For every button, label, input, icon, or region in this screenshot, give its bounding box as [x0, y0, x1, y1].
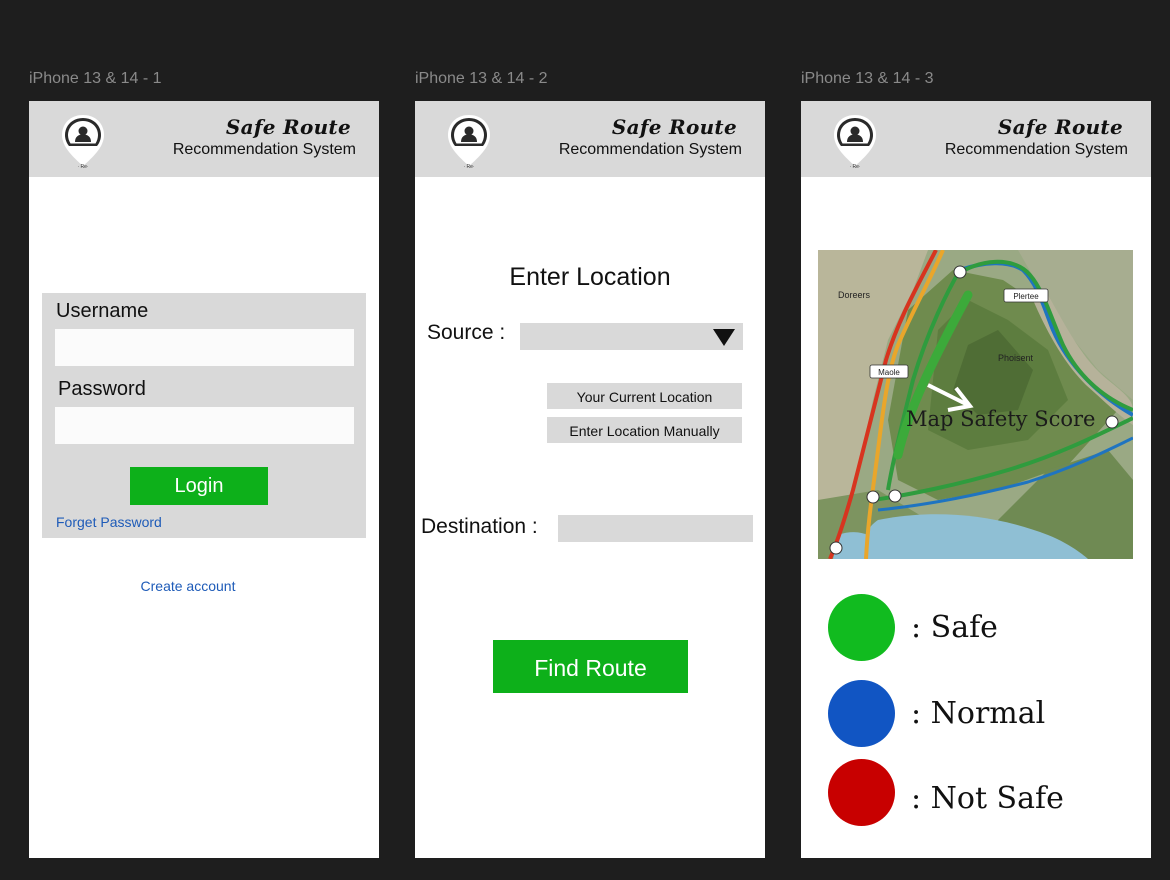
forget-password-link[interactable]: Forget Password: [56, 514, 162, 530]
route-map[interactable]: Plertee Maole Doreers Phoisent: [818, 250, 1133, 559]
not-safe-legend-label: : Not Safe: [911, 781, 1064, 816]
create-account-link[interactable]: Create account: [29, 578, 347, 594]
svg-text:Doreers: Doreers: [838, 290, 871, 300]
username-label: Username: [56, 300, 149, 322]
normal-legend-dot: [828, 680, 895, 747]
location-pin-person-icon: · Re·: [834, 115, 876, 169]
login-screen: · Re· Safe Route Recommendation System U…: [29, 101, 379, 858]
password-label: Password: [58, 378, 146, 400]
location-pin-person-icon: · Re·: [62, 115, 104, 169]
app-header: · Re· Safe Route Recommendation System: [415, 101, 765, 177]
current-location-option[interactable]: Your Current Location: [547, 383, 742, 409]
frame-label-2: iPhone 13 & 14 - 2: [415, 70, 548, 87]
login-button[interactable]: Login: [130, 467, 268, 505]
location-pin-person-icon: · Re·: [448, 115, 490, 169]
destination-label: Destination :: [421, 515, 538, 538]
app-subtitle: Recommendation System: [944, 141, 1128, 158]
source-dropdown[interactable]: [520, 323, 743, 350]
find-route-button[interactable]: Find Route: [493, 640, 688, 693]
svg-text:· Re·: · Re·: [77, 164, 88, 169]
app-subtitle: Recommendation System: [558, 141, 742, 158]
app-title: Safe Route: [225, 115, 351, 139]
svg-text:· Re·: · Re·: [849, 164, 860, 169]
login-form: Username Password Login Forget Password: [42, 293, 366, 538]
safe-legend-dot: [828, 594, 895, 661]
svg-text:· Re·: · Re·: [463, 164, 474, 169]
destination-input[interactable]: [558, 515, 753, 542]
svg-text:Phoisent: Phoisent: [998, 353, 1034, 363]
result-screen: · Re· Safe Route Recommendation System P…: [801, 101, 1151, 858]
app-header: · Re· Safe Route Recommendation System: [29, 101, 379, 177]
frame-label-1: iPhone 13 & 14 - 1: [29, 70, 162, 87]
triangle-down-icon[interactable]: [713, 329, 735, 346]
frame-label-3: iPhone 13 & 14 - 3: [801, 70, 934, 87]
manual-location-option[interactable]: Enter Location Manually: [547, 417, 742, 443]
normal-legend-label: : Normal: [911, 696, 1046, 731]
app-subtitle: Recommendation System: [172, 141, 356, 158]
svg-text:Maole: Maole: [878, 368, 900, 377]
enter-location-heading: Enter Location: [509, 263, 671, 291]
not-safe-legend-dot: [828, 759, 895, 826]
app-title: Safe Route: [997, 115, 1123, 139]
app-title: Safe Route: [611, 115, 737, 139]
source-label: Source :: [427, 321, 506, 344]
username-input[interactable]: [55, 329, 354, 366]
location-screen: · Re· Safe Route Recommendation System E…: [415, 101, 765, 858]
app-header: · Re· Safe Route Recommendation System: [801, 101, 1151, 177]
svg-text:Plertee: Plertee: [1013, 292, 1039, 301]
password-input[interactable]: [55, 407, 354, 444]
safe-legend-label: : Safe: [911, 610, 998, 645]
map-caption: Map Safety Score: [906, 407, 1096, 431]
